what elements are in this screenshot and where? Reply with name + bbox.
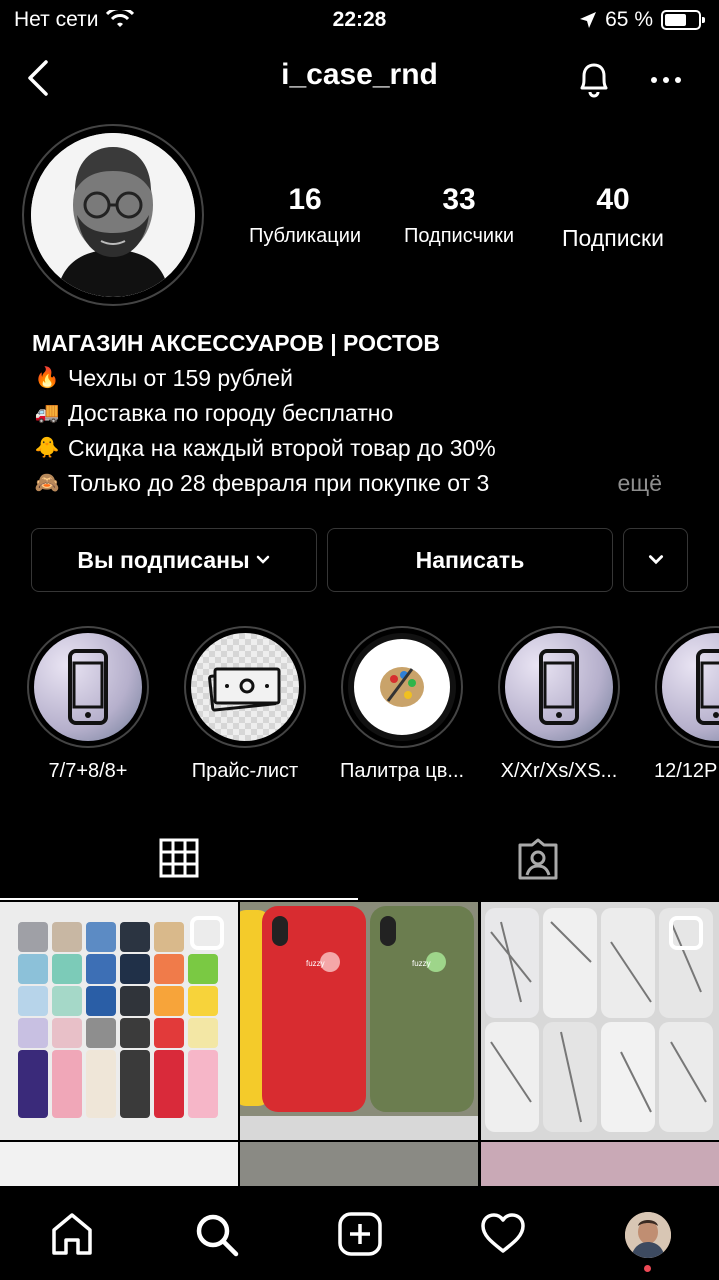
profile-bio: МАГАЗИН АКСЕССУАРОВ | РОСТОВ 🔥 Чехлы от … [32,326,692,501]
new-post-icon[interactable] [336,1210,384,1258]
battery-percent: 65 % [605,8,653,31]
highlight-item[interactable]: 12/12P [654,626,719,783]
message-button[interactable]: Написать [327,528,613,592]
bio-line: 🚚 Доставка по городу бесплатно [32,396,692,431]
tab-posts-grid[interactable] [0,820,358,900]
profile-name: МАГАЗИН АКСЕССУАРОВ | РОСТОВ [32,330,441,356]
chevron-down-icon [648,555,663,565]
money-icon [208,667,281,712]
suggestions-button[interactable] [623,528,688,592]
bio-line: 🐥 Скидка на каждый второй товар до 30% [32,431,692,466]
truck-icon: 🚚 [34,402,60,424]
highlight-ring [498,626,620,748]
highlight-label: Палитра цв... [340,760,465,782]
highlight-cover [34,633,142,741]
highlight-cover [348,633,456,741]
post-thumbnail[interactable] [240,1142,478,1186]
portrait-image [31,133,195,297]
highlight-cover [191,633,299,741]
bio-line-text: Только до 28 февраля при покупке от 3 [68,470,490,496]
chick-icon: 🐥 [34,437,60,459]
post-thumbnail[interactable] [0,1142,238,1186]
highlight-ring [341,626,463,748]
post-thumbnail[interactable]: fuzzy fuzzy [240,902,478,1140]
post-image [0,902,238,1140]
highlight-cover [662,633,719,741]
highlight-label: 7/7+8/8+ [48,760,128,782]
notification-dot [644,1265,651,1272]
bio-line: 🔥 Чехлы от 159 рублей [32,361,692,396]
stat-following-label: Подписки [562,225,664,251]
post-image: fuzzy fuzzy [240,902,478,1140]
profile-avatar[interactable] [31,133,195,297]
svg-text:fuzzy: fuzzy [412,959,431,968]
status-right: 65 % [579,8,705,32]
monkey-icon: 🙈 [34,472,60,494]
post-image [481,902,719,1140]
bio-line-text: Чехлы от 159 рублей [68,365,293,391]
following-button[interactable]: Вы подписаны [31,528,317,592]
highlight-item[interactable]: X/Xr/Xs/XS... [497,626,621,783]
bio-more-link[interactable]: ещё [617,466,662,501]
stat-followers-label: Подписчики [403,225,515,247]
location-icon [580,12,597,28]
battery-icon [661,10,705,30]
stat-posts[interactable]: 16 Публикации [232,183,378,248]
bell-icon[interactable] [574,58,614,102]
svg-text:fuzzy: fuzzy [306,959,325,968]
highlight-item[interactable]: Палитра цв... [340,626,464,783]
highlight-item[interactable]: 7/7+8/8+ [26,626,150,783]
heart-icon[interactable] [479,1210,527,1258]
post-thumbnail[interactable] [0,902,238,1140]
stat-followers-value: 33 [442,183,476,216]
stat-posts-label: Публикации [248,225,362,247]
fire-icon: 🔥 [34,367,60,389]
stat-following[interactable]: 40 Подписки [540,183,686,252]
stat-followers[interactable]: 33 Подписчики [386,183,532,248]
home-icon[interactable] [48,1210,96,1258]
status-bar: Нет сети 22:28 65 % [0,0,719,40]
phone-icon [696,649,719,725]
profile-tab-avatar[interactable] [625,1212,671,1258]
palette-icon [380,667,424,707]
bio-line-text: Скидка на каждый второй товар до 30% [68,435,496,461]
grid-icon [159,838,199,878]
highlight-ring [27,626,149,748]
highlight-label: X/Xr/Xs/XS... [500,760,618,782]
stat-following-value: 40 [596,183,630,216]
chevron-down-icon [256,555,269,564]
avatar [625,1212,671,1258]
battery-fill [665,14,686,26]
highlight-cover [505,633,613,741]
highlight-label: Прайс-лист [191,760,299,782]
following-button-label: Вы подписаны [77,546,250,573]
bio-line-text: Доставка по городу бесплатно [68,400,394,426]
highlight-ring [655,626,719,748]
post-thumbnail[interactable] [481,1142,719,1186]
highlight-item[interactable]: Прайс-лист [183,626,307,783]
phone-icon [539,649,579,725]
highlight-label: 12/12P [654,760,718,782]
message-button-label: Написать [415,546,525,573]
more-options-icon[interactable] [648,62,684,98]
tab-tagged[interactable] [358,820,719,900]
post-thumbnail[interactable] [481,902,719,1140]
bio-line: 🙈 Только до 28 февраля при покупке от 3 … [32,466,692,501]
search-icon[interactable] [192,1210,240,1258]
highlight-ring [184,626,306,748]
phone-icon [68,649,108,725]
tagged-person-icon [518,838,558,880]
stat-posts-value: 16 [288,183,322,216]
